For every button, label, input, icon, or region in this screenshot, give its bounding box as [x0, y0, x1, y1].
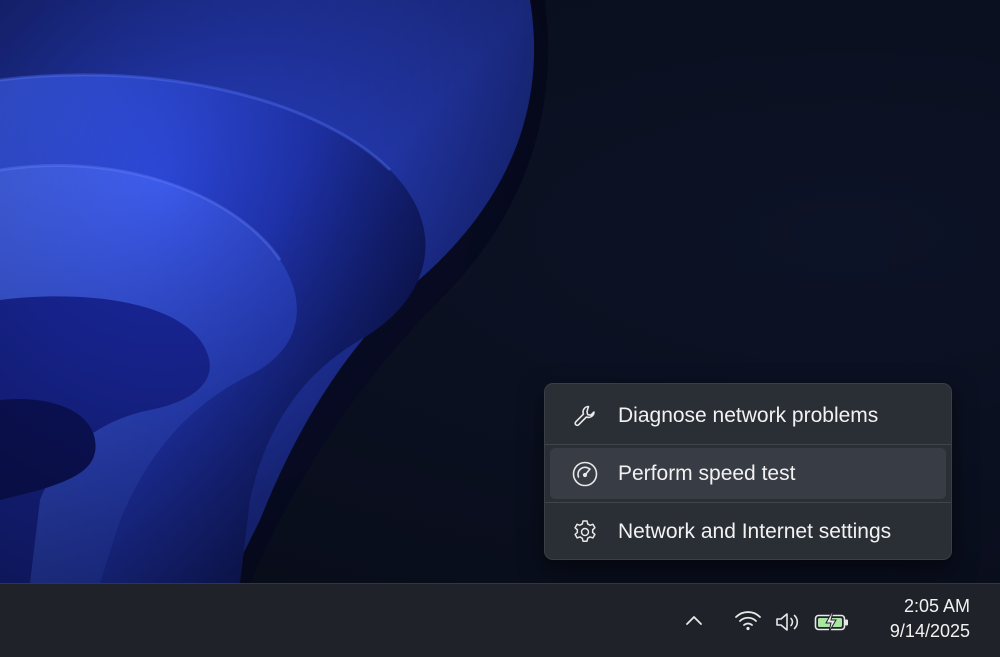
menu-separator	[545, 444, 951, 445]
menu-item-speed-test[interactable]: Perform speed test	[550, 448, 946, 499]
menu-separator	[545, 502, 951, 503]
menu-item-label: Diagnose network problems	[618, 403, 879, 427]
menu-item-label: Perform speed test	[618, 461, 796, 485]
volume-icon	[774, 610, 802, 639]
wrench-icon	[570, 401, 600, 431]
menu-item-network-settings[interactable]: Network and Internet settings	[550, 506, 946, 557]
battery-charging-icon	[814, 611, 850, 638]
show-hidden-icons-button[interactable]	[680, 608, 708, 636]
clock-time: 2:05 AM	[903, 596, 970, 616]
clock-date: 9/14/2025	[889, 621, 970, 641]
wifi-icon	[734, 609, 762, 638]
chevron-up-icon	[683, 612, 705, 633]
clock[interactable]: 2:05 AM 9/14/2025	[890, 594, 970, 644]
quick-settings-button[interactable]	[732, 606, 850, 638]
taskbar: 2:05 AM 9/14/2025	[0, 583, 1000, 657]
network-context-menu: Diagnose network problems Perform speed …	[544, 383, 952, 560]
menu-item-diagnose-network[interactable]: Diagnose network problems	[550, 390, 946, 441]
menu-item-label: Network and Internet settings	[618, 519, 892, 543]
speedometer-icon	[570, 459, 600, 489]
gear-icon	[570, 517, 600, 547]
